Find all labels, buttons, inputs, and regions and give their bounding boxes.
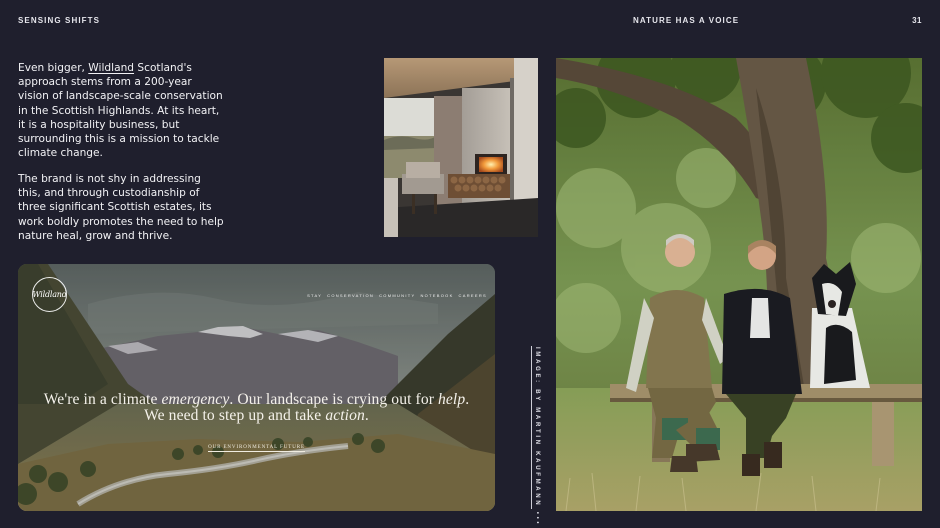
intro-paragraph: Even bigger, Wildland Scotland's approac…	[18, 61, 224, 160]
second-paragraph: The brand is not shy in addressing this,…	[18, 173, 224, 242]
credit-text: IMAGE: BY MARTIN KAUFMANN	[534, 347, 540, 508]
credit-divider	[531, 346, 532, 509]
environmental-future-link[interactable]: OUR ENVIRONMENTAL FUTURE	[18, 445, 495, 452]
hero2-emphasis-action: action	[325, 407, 365, 424]
nav-item-community[interactable]: COMMUNITY	[379, 293, 415, 298]
nav-item-conservation[interactable]: CONSERVATION	[327, 293, 374, 298]
hero1-a: We're in a climate	[43, 391, 162, 408]
logo-text: Wildland	[32, 290, 67, 299]
hero1-b: . Our landscape is crying out for	[229, 391, 439, 408]
section-title: NATURE HAS A VOICE	[633, 16, 740, 25]
hero1-c: .	[465, 391, 470, 408]
interior-photo	[384, 58, 538, 237]
intro-text-end: Scotland's approach stems from a 200-yea…	[18, 62, 223, 160]
portrait-photo	[556, 58, 922, 511]
website-screenshot: Wildland STAY CONSERVATION COMMUNITY NOT…	[18, 264, 495, 511]
nav-item-careers[interactable]: CAREERS	[459, 293, 487, 298]
page-number: 31	[912, 16, 922, 25]
hero-headline-line2: We need to step up and take action.	[18, 407, 495, 425]
hero2-a: We need to step up and take	[144, 407, 326, 424]
hero2-b: .	[364, 407, 369, 424]
hero1-emphasis-help: help	[438, 391, 466, 408]
image-credit: IMAGE: BY MARTIN KAUFMANN •••	[534, 347, 540, 526]
hero1-emphasis-emergency: emergency	[161, 391, 230, 408]
website-nav: STAY CONSERVATION COMMUNITY NOTEBOOK CAR…	[307, 293, 487, 298]
section-label: SENSING SHIFTS	[18, 16, 101, 25]
nav-item-notebook[interactable]: NOTEBOOK	[420, 293, 453, 298]
cta-label: OUR ENVIRONMENTAL FUTURE	[208, 445, 305, 452]
nav-item-stay[interactable]: STAY	[307, 293, 322, 298]
wildland-link[interactable]: Wildland	[88, 62, 134, 74]
intro-text-start: Even bigger,	[18, 62, 89, 74]
landscape-image	[18, 264, 495, 511]
credit-mark: •••	[534, 511, 540, 527]
wildland-logo[interactable]: Wildland	[32, 277, 67, 312]
